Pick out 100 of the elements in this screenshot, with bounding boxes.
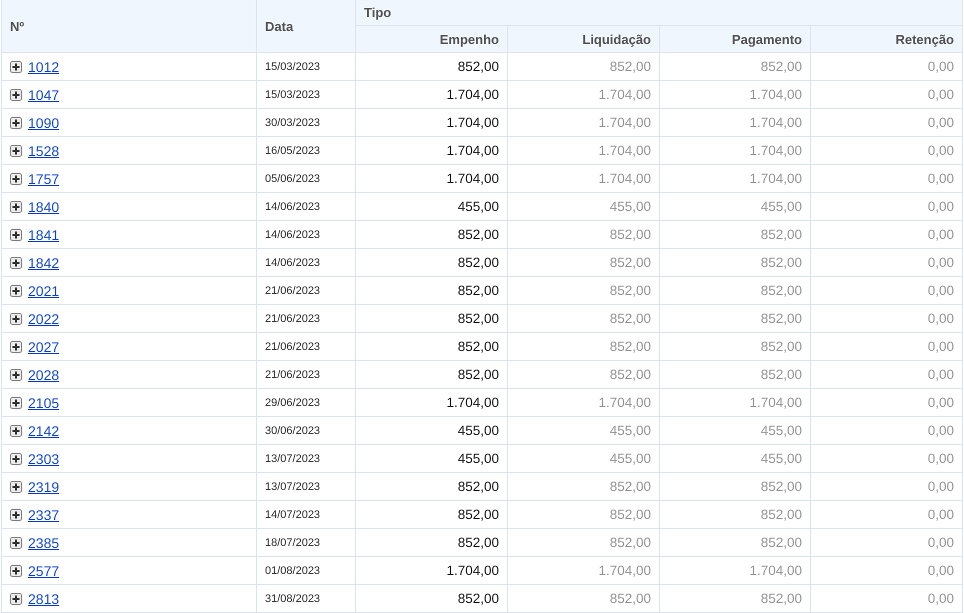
amount-cell: 852,00 [356, 221, 508, 249]
column-header: Data [257, 0, 356, 53]
expand-icon[interactable] [10, 256, 22, 268]
date-cell: 15/03/2023 [257, 53, 356, 81]
date-cell: 05/06/2023 [257, 165, 356, 193]
amount-cell: 852,00 [356, 277, 508, 305]
record-link[interactable]: 1841 [28, 226, 60, 242]
amount-cell: 455,00 [508, 417, 660, 445]
amount-cell: 1.704,00 [508, 389, 660, 417]
record-link[interactable]: 2021 [28, 282, 60, 298]
amount-cell: 0,00 [811, 165, 963, 193]
amount-cell: 455,00 [356, 445, 508, 473]
amount-cell: 455,00 [660, 417, 811, 445]
amount-cell: 852,00 [660, 529, 811, 557]
amount-cell: 852,00 [356, 585, 508, 613]
amount-cell: 852,00 [660, 305, 811, 333]
record-link[interactable]: 2105 [28, 394, 60, 410]
amount-cell: 852,00 [508, 53, 660, 81]
record-link[interactable]: 1047 [28, 86, 60, 102]
expand-icon[interactable] [10, 508, 22, 520]
expand-icon[interactable] [10, 452, 22, 464]
column-header: Pagamento [660, 26, 811, 53]
expand-icon[interactable] [10, 312, 22, 324]
record-link[interactable]: 1528 [28, 142, 60, 158]
date-cell: 13/07/2023 [257, 445, 356, 473]
amount-cell: 0,00 [811, 249, 963, 277]
date-cell: 30/03/2023 [257, 109, 356, 137]
amount-cell: 0,00 [811, 53, 963, 81]
amount-cell: 852,00 [508, 529, 660, 557]
amount-cell: 1.704,00 [356, 81, 508, 109]
amount-cell: 0,00 [811, 445, 963, 473]
amount-cell: 852,00 [660, 585, 811, 613]
amount-cell: 852,00 [508, 333, 660, 361]
expand-icon[interactable] [10, 564, 22, 576]
date-cell: 18/07/2023 [257, 529, 356, 557]
expand-icon[interactable] [10, 228, 22, 240]
amount-cell: 852,00 [508, 473, 660, 501]
date-cell: 14/06/2023 [257, 221, 356, 249]
expand-icon[interactable] [10, 340, 22, 352]
record-link[interactable]: 1757 [28, 170, 60, 186]
record-link[interactable]: 2385 [28, 534, 60, 550]
record-link[interactable]: 1090 [28, 114, 60, 130]
record-link[interactable]: 2319 [28, 478, 60, 494]
amount-cell: 852,00 [660, 361, 811, 389]
amount-cell: 0,00 [811, 81, 963, 109]
amount-cell: 852,00 [356, 501, 508, 529]
date-cell: 16/05/2023 [257, 137, 356, 165]
expand-icon[interactable] [10, 480, 22, 492]
expand-icon[interactable] [10, 200, 22, 212]
amount-cell: 852,00 [356, 53, 508, 81]
amount-cell: 852,00 [508, 221, 660, 249]
expand-icon[interactable] [10, 284, 22, 296]
record-link[interactable]: 2022 [28, 310, 60, 326]
record-link[interactable]: 2813 [28, 590, 60, 606]
amount-cell: 852,00 [508, 249, 660, 277]
amount-cell: 455,00 [508, 445, 660, 473]
date-cell: 21/06/2023 [257, 305, 356, 333]
amount-cell: 852,00 [356, 473, 508, 501]
amount-cell: 852,00 [660, 333, 811, 361]
amount-cell: 852,00 [660, 473, 811, 501]
column-header: Liquidação [508, 26, 660, 53]
amount-cell: 0,00 [811, 389, 963, 417]
record-link[interactable]: 1012 [28, 58, 60, 74]
expand-icon[interactable] [10, 60, 22, 72]
expand-icon[interactable] [10, 88, 22, 100]
date-cell: 21/06/2023 [257, 333, 356, 361]
date-cell: 01/08/2023 [257, 557, 356, 585]
amount-cell: 0,00 [811, 137, 963, 165]
expand-icon[interactable] [10, 116, 22, 128]
expand-icon[interactable] [10, 592, 22, 604]
date-cell: 13/07/2023 [257, 473, 356, 501]
expand-icon[interactable] [10, 172, 22, 184]
amount-cell: 852,00 [660, 277, 811, 305]
record-link[interactable]: 2027 [28, 338, 60, 354]
record-link[interactable]: 1840 [28, 198, 60, 214]
amount-cell: 0,00 [811, 221, 963, 249]
amount-cell: 0,00 [811, 529, 963, 557]
expand-icon[interactable] [10, 368, 22, 380]
column-header: Empenho [356, 26, 508, 53]
amount-cell: 852,00 [660, 221, 811, 249]
expand-icon[interactable] [10, 396, 22, 408]
record-link[interactable]: 1842 [28, 254, 60, 270]
amount-cell: 852,00 [508, 361, 660, 389]
amount-cell: 852,00 [660, 53, 811, 81]
amount-cell: 0,00 [811, 585, 963, 613]
amount-cell: 0,00 [811, 361, 963, 389]
record-link[interactable]: 2028 [28, 366, 60, 382]
record-link[interactable]: 2337 [28, 506, 60, 522]
column-header: Retenção [811, 26, 963, 53]
amount-cell: 0,00 [811, 305, 963, 333]
record-link[interactable]: 2303 [28, 450, 60, 466]
record-link[interactable]: 2142 [28, 422, 60, 438]
record-link[interactable]: 2577 [28, 562, 60, 578]
expand-icon[interactable] [10, 536, 22, 548]
expand-icon[interactable] [10, 424, 22, 436]
amount-cell: 0,00 [811, 277, 963, 305]
expand-icon[interactable] [10, 144, 22, 156]
amount-cell: 1.704,00 [660, 165, 811, 193]
amount-cell: 852,00 [356, 361, 508, 389]
amount-cell: 0,00 [811, 109, 963, 137]
